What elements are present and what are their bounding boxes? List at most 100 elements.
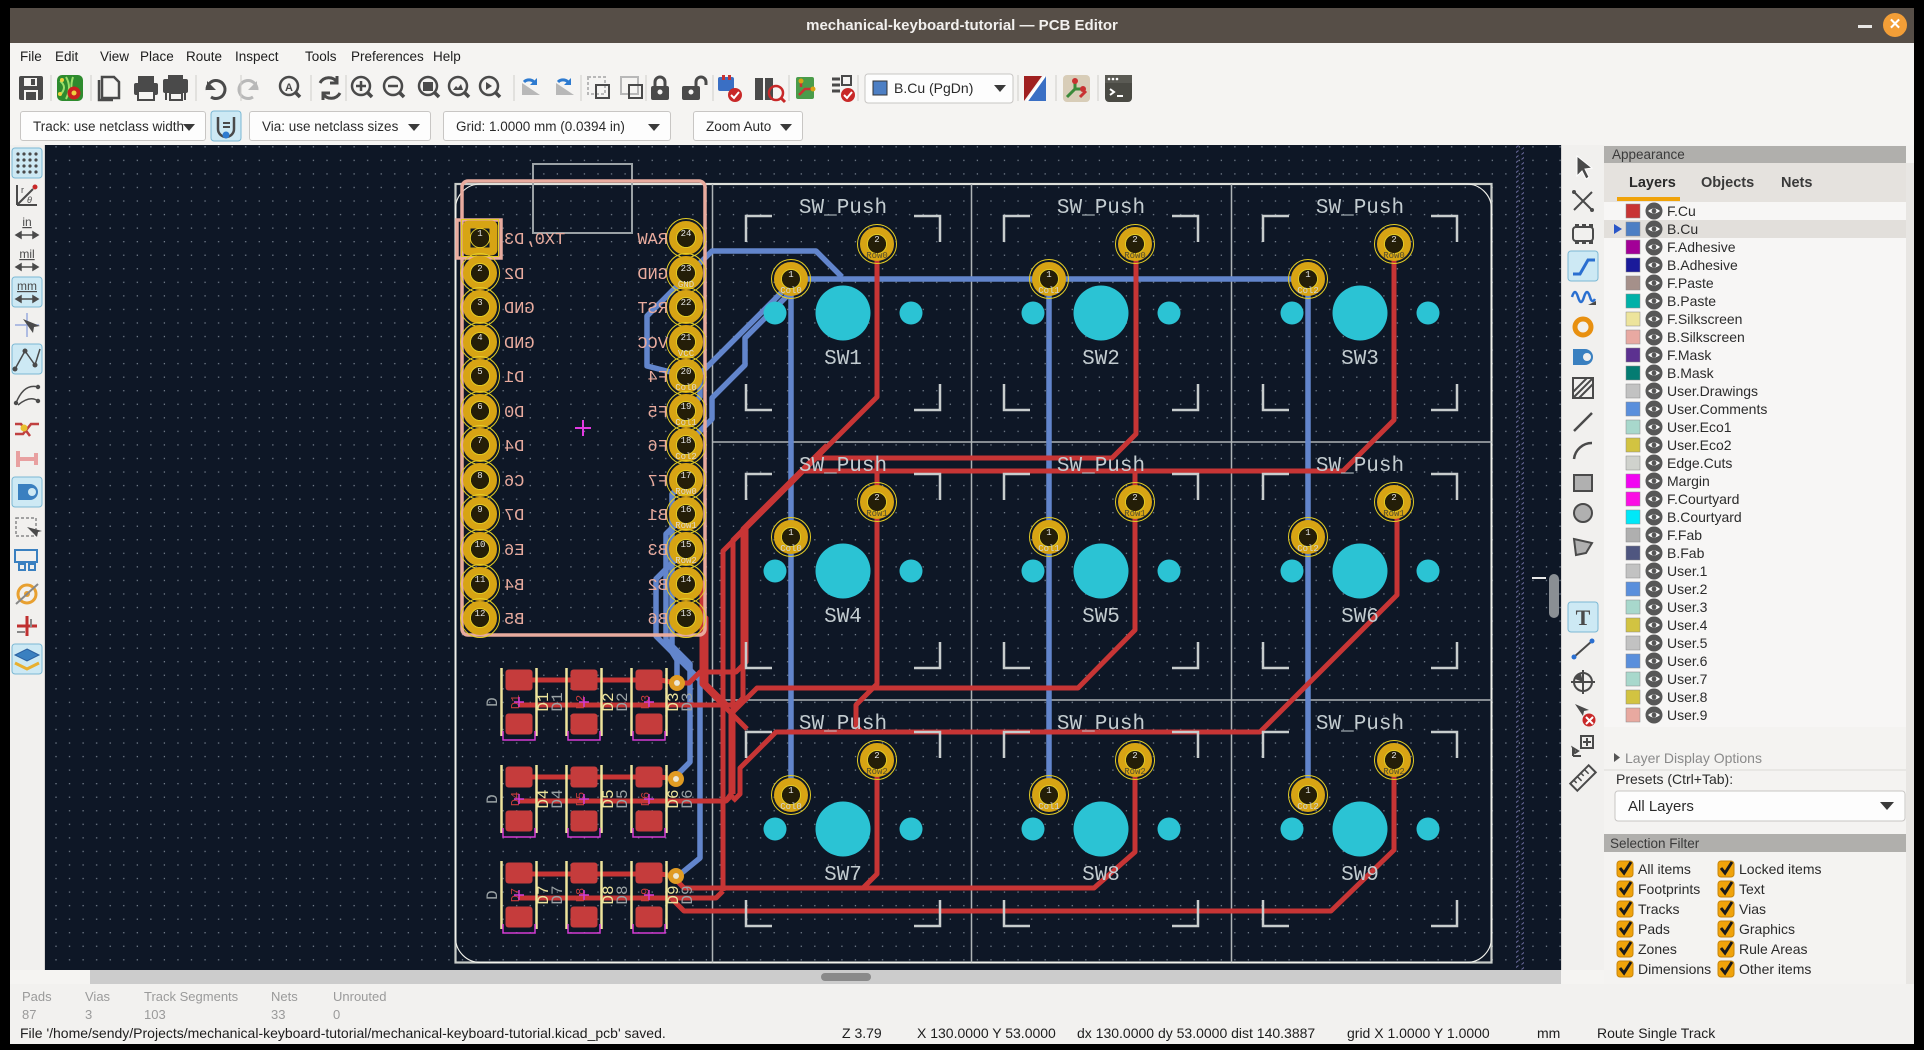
svg-text:Nets: Nets xyxy=(1781,175,1812,191)
svg-text:Col0: Col0 xyxy=(780,802,802,812)
svg-text:User.2: User.2 xyxy=(1667,581,1708,597)
svg-text:F.Mask: F.Mask xyxy=(1667,347,1712,363)
svg-text:F.Cu: F.Cu xyxy=(1667,203,1696,219)
svg-text:SW9: SW9 xyxy=(1341,864,1379,887)
svg-text:SW3: SW3 xyxy=(1341,348,1379,371)
svg-text:9: 9 xyxy=(477,505,482,515)
svg-text:F.Courtyard: F.Courtyard xyxy=(1667,491,1739,507)
svg-text:SW_Push: SW_Push xyxy=(1057,197,1145,220)
svg-text:GND: GND xyxy=(504,300,535,319)
svg-text:GND: GND xyxy=(637,266,668,285)
svg-text:B.Silkscreen: B.Silkscreen xyxy=(1667,329,1745,345)
svg-text:1: 1 xyxy=(788,528,793,538)
svg-text:Appearance: Appearance xyxy=(1612,147,1685,162)
svg-text:User.8: User.8 xyxy=(1667,689,1708,705)
svg-text:B.Mask: B.Mask xyxy=(1667,365,1715,381)
svg-text:F4: F4 xyxy=(648,369,668,388)
svg-text:User.6: User.6 xyxy=(1667,653,1708,669)
svg-text:θ: θ xyxy=(27,195,32,205)
svg-text:1: 1 xyxy=(788,786,793,796)
svg-text:Row1: Row1 xyxy=(866,509,888,519)
svg-text:User.7: User.7 xyxy=(1667,671,1708,687)
svg-text:Rule Areas: Rule Areas xyxy=(1739,941,1807,957)
svg-text:in: in xyxy=(22,215,31,229)
svg-text:4: 4 xyxy=(477,333,482,343)
svg-text:1: 1 xyxy=(1305,786,1310,796)
svg-text:B.Adhesive: B.Adhesive xyxy=(1667,257,1738,273)
svg-text:D1: D1 xyxy=(549,692,567,711)
svg-text:Footprints: Footprints xyxy=(1638,881,1700,897)
svg-text:2: 2 xyxy=(874,751,879,761)
svg-text:2: 2 xyxy=(1391,235,1396,245)
svg-text:B1: B1 xyxy=(648,507,668,526)
svg-text:D7: D7 xyxy=(549,885,567,904)
svg-text:SW_Push: SW_Push xyxy=(799,713,887,736)
svg-text:SW1: SW1 xyxy=(824,348,862,371)
svg-text:Row1: Row1 xyxy=(1124,509,1146,519)
svg-text:User.Drawings: User.Drawings xyxy=(1667,383,1758,399)
svg-text:B6: B6 xyxy=(648,611,668,630)
svg-text:Layers: Layers xyxy=(1629,175,1676,191)
svg-text:11: 11 xyxy=(475,575,486,585)
svg-text:Row2: Row2 xyxy=(1124,767,1146,777)
svg-text:User.4: User.4 xyxy=(1667,617,1708,633)
svg-text:Col1: Col1 xyxy=(1038,802,1060,812)
svg-text:User.9: User.9 xyxy=(1667,707,1708,723)
svg-text:2: 2 xyxy=(1391,751,1396,761)
svg-text:17: 17 xyxy=(681,471,692,481)
svg-text:2: 2 xyxy=(1132,493,1137,503)
svg-text:5: 5 xyxy=(477,367,482,377)
svg-text:Objects: Objects xyxy=(1701,175,1754,191)
svg-text:T: T xyxy=(1576,605,1591,630)
svg-text:Pads: Pads xyxy=(1638,921,1670,937)
svg-text:Layer Display Options: Layer Display Options xyxy=(1625,750,1762,766)
svg-text:Vias: Vias xyxy=(1739,901,1766,917)
svg-text:D6: D6 xyxy=(679,789,697,808)
svg-text:D5: D5 xyxy=(614,789,632,808)
svg-text:D7: D7 xyxy=(504,507,524,526)
svg-text:F.Paste: F.Paste xyxy=(1667,275,1714,291)
svg-text:B.Cu (PgDn): B.Cu (PgDn) xyxy=(894,80,973,96)
svg-text:F.Silkscreen: F.Silkscreen xyxy=(1667,311,1742,327)
svg-text:E6: E6 xyxy=(504,542,524,561)
svg-text:Row0: Row0 xyxy=(1383,251,1405,261)
svg-text:D4: D4 xyxy=(504,438,524,457)
svg-text:mm: mm xyxy=(17,279,37,293)
svg-text:Col2: Col2 xyxy=(1297,544,1319,554)
svg-text:F7: F7 xyxy=(648,473,668,492)
svg-text:3: 3 xyxy=(477,298,482,308)
svg-text:r: r xyxy=(21,185,24,195)
svg-text:D0: D0 xyxy=(504,404,524,423)
svg-text:B.Courtyard: B.Courtyard xyxy=(1667,509,1742,525)
svg-text:18: 18 xyxy=(681,436,692,446)
svg-text:RAW: RAW xyxy=(637,231,668,250)
svg-text:2: 2 xyxy=(1132,751,1137,761)
svg-text:19: 19 xyxy=(681,402,692,412)
svg-text:Text: Text xyxy=(1739,881,1765,897)
svg-text:GND: GND xyxy=(504,335,535,354)
svg-text:SW7: SW7 xyxy=(824,864,862,887)
svg-text:All Layers: All Layers xyxy=(1628,798,1694,815)
svg-text:2: 2 xyxy=(874,493,879,503)
svg-text:D2: D2 xyxy=(504,266,524,285)
svg-text:2: 2 xyxy=(477,264,482,274)
svg-text:B2: B2 xyxy=(648,577,668,596)
svg-text:RST: RST xyxy=(637,300,668,319)
svg-text:Col2: Col2 xyxy=(1297,802,1319,812)
svg-text:8: 8 xyxy=(477,471,482,481)
svg-text:D8: D8 xyxy=(614,885,632,904)
svg-text:Row2: Row2 xyxy=(866,767,888,777)
svg-text:Graphics: Graphics xyxy=(1739,921,1795,937)
svg-text:14: 14 xyxy=(681,575,692,585)
svg-text:Zones: Zones xyxy=(1638,941,1677,957)
svg-text:SW5: SW5 xyxy=(1082,606,1120,629)
svg-text:SW_Push: SW_Push xyxy=(1316,455,1404,478)
svg-text:D: D xyxy=(484,794,502,804)
svg-text:User.5: User.5 xyxy=(1667,635,1708,651)
svg-text:1: 1 xyxy=(788,270,793,280)
svg-text:SW4: SW4 xyxy=(824,606,862,629)
svg-text:23: 23 xyxy=(681,264,692,274)
svg-text:D3: D3 xyxy=(679,692,697,711)
svg-text:F.Fab: F.Fab xyxy=(1667,527,1702,543)
svg-text:6: 6 xyxy=(477,402,482,412)
